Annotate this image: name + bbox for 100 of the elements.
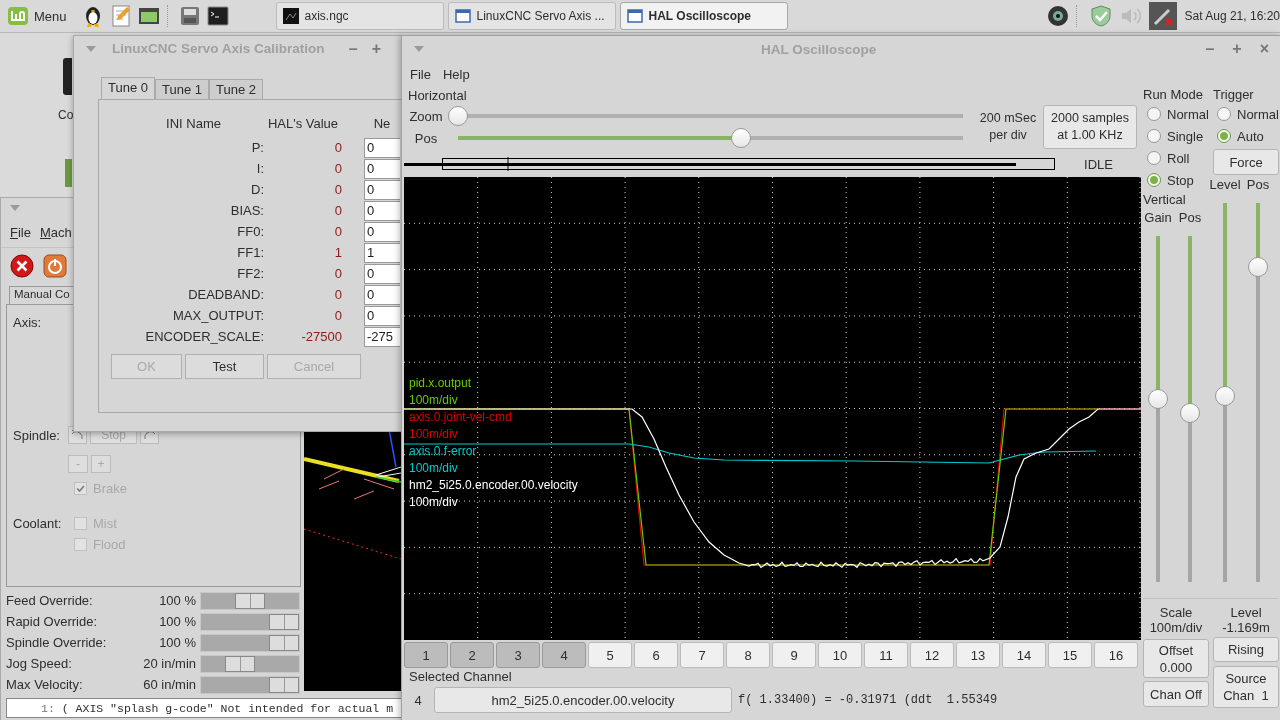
channel-button[interactable]: 7 [680,642,724,668]
menu-item[interactable]: File [10,225,31,240]
column-header: INI Name [166,116,221,133]
field-label: Spindle: [13,427,61,443]
slider-thumb[interactable] [1215,386,1235,407]
radio-option[interactable]: Auto [1213,125,1279,147]
radio-button[interactable] [1147,151,1161,165]
radio-button[interactable] [1147,129,1161,143]
menu-item[interactable]: File [410,66,431,82]
input-field[interactable]: 0 [364,305,400,326]
field-value: 100m/div [1148,620,1204,635]
radio-button[interactable] [1147,107,1161,121]
menu-item[interactable]: Help [442,66,470,82]
channel-select-button[interactable]: hm2_5i25.0.encoder.00.velocity [434,687,732,713]
channel-button[interactable]: 4 [542,642,586,668]
channel-button[interactable]: 3 [496,642,540,668]
section-label: Horizontal [407,87,468,105]
radio-button[interactable] [1217,107,1231,121]
sample-rate-button[interactable]: 2000 samples at 1.00 KHz [1043,105,1137,149]
field-value: -1.169m [1221,620,1271,635]
radio-button[interactable] [1217,129,1231,143]
channel-off-button[interactable]: Chan Off [1143,681,1209,707]
radio-option[interactable]: Normal [1143,103,1209,125]
slider-thumb[interactable] [269,676,299,693]
tab[interactable]: Tune 1 [155,79,209,99]
slider-track[interactable] [458,136,963,140]
shield-check-icon[interactable] [1088,4,1113,28]
slider-track[interactable] [1256,203,1260,582]
parameter-value: 1 [333,245,342,260]
offset-button[interactable]: Offset 0.000 [1143,639,1209,678]
input-field[interactable]: 0 [364,263,400,284]
override-slider[interactable] [200,633,300,652]
input-field[interactable]: 0 [364,158,400,179]
slider-thumb[interactable] [730,128,751,148]
input-field[interactable]: 0 [364,179,400,200]
slider-thumb[interactable] [269,634,299,651]
radio-button[interactable] [1147,173,1161,187]
dialog-button[interactable]: Test [185,354,264,379]
channel-button[interactable]: 1 [404,642,448,668]
override-slider[interactable] [200,654,300,673]
desktop-icon[interactable] [63,58,72,95]
channel-button[interactable]: 16 [1094,642,1138,668]
force-button[interactable]: Force [1213,149,1279,175]
clock[interactable]: Sat Aug 21, 16:20 [1184,9,1280,23]
tab[interactable]: Tune 2 [209,79,263,99]
slider-thumb[interactable] [1180,402,1200,423]
icon-label[interactable]: Co [58,108,74,122]
parameter-value: 0 [333,182,342,197]
power-icon[interactable] [43,254,67,278]
input-field[interactable]: 0 [364,221,400,242]
menu-button[interactable]: Menu [3,2,72,30]
slider-thumb[interactable] [448,106,468,126]
input-field[interactable]: -275 [364,326,400,347]
channel-button[interactable]: 8 [726,642,770,668]
channel-button[interactable]: 5 [588,642,632,668]
input-field[interactable]: 0 [364,284,400,305]
webcam-icon[interactable] [1045,4,1070,28]
slider-track[interactable] [1223,203,1227,582]
menu-arrow-icon[interactable] [10,205,20,211]
stop-icon[interactable] [10,254,34,278]
slider-thumb[interactable] [1148,388,1168,409]
override-slider[interactable] [200,612,300,631]
taskbar-button[interactable]: HAL Oscilloscope [619,2,788,30]
input-field[interactable]: 0 [364,137,400,158]
window-icon [626,8,643,24]
taskbar-button[interactable]: LinuxCNC Servo Axis ... [447,2,616,30]
radio-option[interactable]: Single [1143,125,1209,147]
channel-button[interactable]: 13 [956,642,1000,668]
slider-track[interactable] [1188,236,1192,582]
menu-item[interactable]: Mach [39,225,72,240]
trigger-edge-button[interactable]: Rising [1213,637,1279,662]
slider-thumb[interactable] [269,613,299,630]
parameter-value: 0 [333,224,342,239]
channel-button[interactable]: 9 [772,642,816,668]
slider-thumb[interactable] [225,655,256,672]
slider-thumb[interactable] [1248,257,1268,278]
channel-button[interactable]: 14 [1002,642,1046,668]
override-slider[interactable] [200,591,300,610]
taskbar-button[interactable]: axis.ngc [275,2,444,30]
override-slider[interactable] [200,675,300,694]
code-editor[interactable]: 1: ( AXIS "splash g-code" Not intended for actual m [6,698,401,718]
channel-button[interactable]: 11 [864,642,908,668]
channel-button[interactable]: 10 [818,642,862,668]
channel-button[interactable]: 2 [450,642,494,668]
terminal-icon[interactable] [205,4,230,28]
tab[interactable]: Tune 0 [101,77,155,99]
network-icon[interactable] [1148,2,1177,30]
radio-option[interactable]: Normal [1213,103,1279,125]
input-field[interactable]: 0 [364,200,400,221]
menu-arrow-icon[interactable] [414,46,424,52]
channel-button[interactable]: 15 [1048,642,1092,668]
slider-track[interactable] [1156,236,1160,582]
channel-button[interactable]: 12 [910,642,954,668]
trigger-source-button[interactable]: Source Chan 1 [1213,666,1279,708]
channel-button[interactable]: 6 [634,642,678,668]
slider-thumb[interactable] [235,592,265,609]
radio-option[interactable]: Roll [1143,147,1209,169]
menu-arrow-icon[interactable] [86,45,96,52]
input-field[interactable]: 1 [364,242,400,263]
radio-option[interactable]: Stop [1143,169,1209,191]
